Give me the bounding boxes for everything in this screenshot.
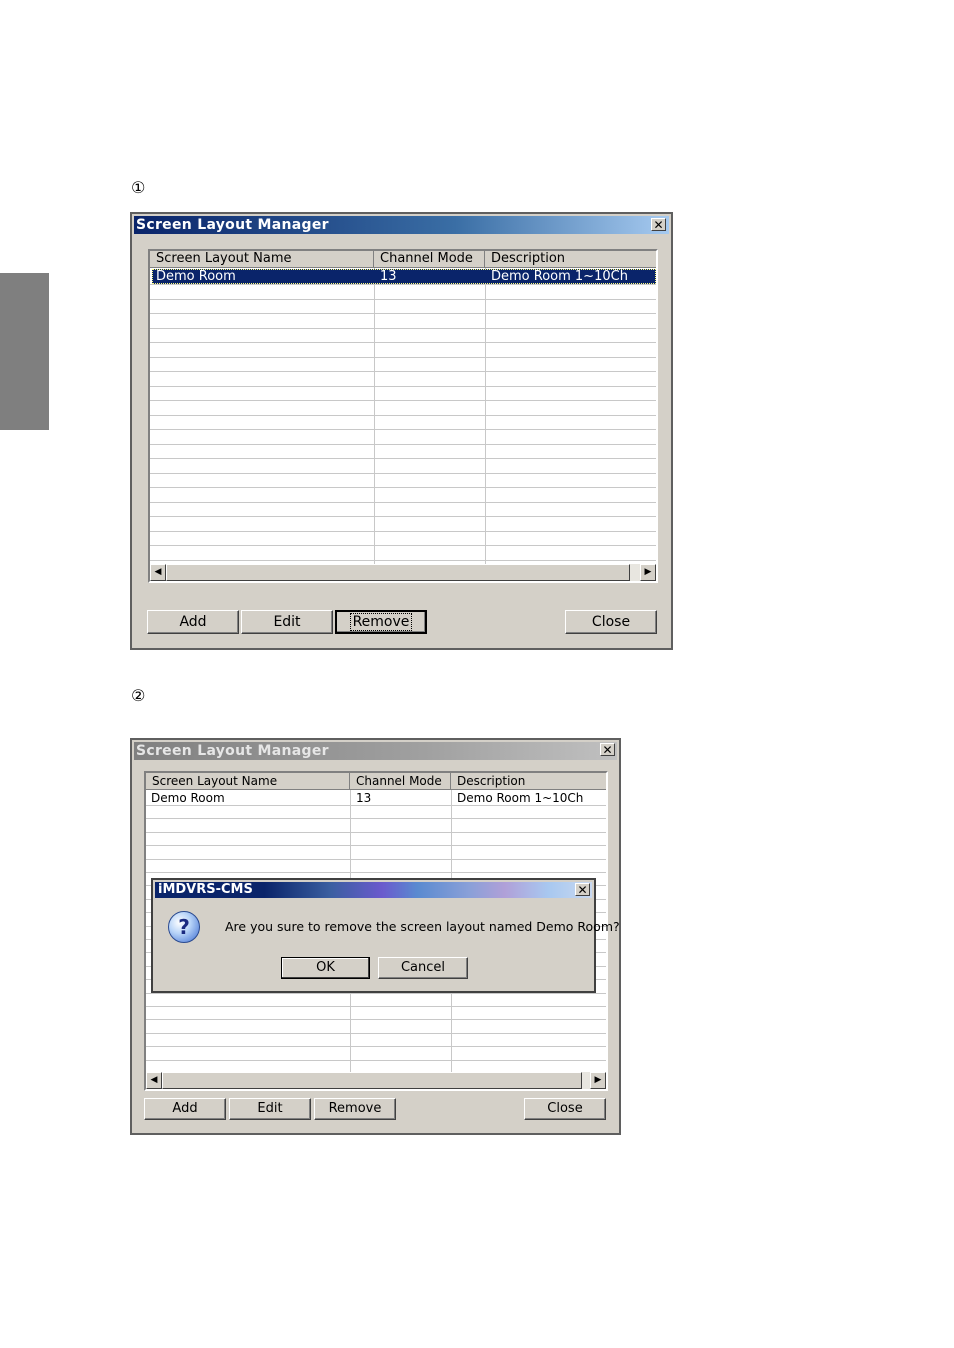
remove-button[interactable]: Remove (335, 610, 427, 634)
close-button[interactable]: Close (524, 1098, 606, 1120)
grid-line (150, 385, 656, 387)
question-icon: ? (168, 911, 200, 943)
table-row[interactable]: Demo Room 13 Demo Room 1~10Ch (148, 791, 606, 805)
cancel-button[interactable]: Cancel (378, 957, 468, 979)
scroll-right-icon[interactable]: ▶ (640, 564, 656, 581)
table-row[interactable]: Demo Room 13 Demo Room 1~10Ch (152, 269, 656, 284)
grid-line (150, 356, 656, 358)
grid-line (150, 313, 656, 314)
grid-line (146, 1032, 606, 1034)
add-button[interactable]: Add (147, 610, 239, 634)
scroll-left-icon[interactable]: ◀ (146, 1072, 162, 1089)
grid-line (150, 327, 656, 329)
window-1-title: Screen Layout Manager (136, 217, 329, 233)
column-header-description[interactable]: Description (485, 251, 656, 268)
grid-line (146, 818, 606, 820)
grid-line (146, 1019, 606, 1021)
scroll-left-icon[interactable]: ◀ (150, 564, 166, 581)
dialog-close-icon[interactable]: ✕ (575, 883, 590, 896)
dialog-message: Are you sure to remove the screen layout… (225, 919, 620, 934)
dialog-titlebar: iMDVRS-CMS (155, 882, 592, 898)
window-1-close-icon[interactable]: ✕ (651, 218, 666, 231)
edit-button[interactable]: Edit (229, 1098, 311, 1120)
grid-line (150, 501, 656, 503)
column-header-name[interactable]: Screen Layout Name (146, 773, 350, 790)
row-description-cell: Demo Room 1~10Ch (457, 791, 584, 805)
grid-line (150, 414, 656, 416)
grid-line (146, 805, 606, 806)
grid-line (146, 1046, 606, 1048)
grid-line (150, 472, 656, 474)
row-description-cell: Demo Room 1~10Ch (491, 270, 628, 284)
window-2-horizontal-scrollbar[interactable]: ◀ ▶ (146, 1072, 606, 1089)
grid-line (146, 1006, 606, 1007)
scroll-thumb[interactable] (166, 564, 630, 581)
grid-line (146, 858, 606, 860)
row-channel-mode-cell: 13 (356, 791, 372, 805)
grid-line (150, 400, 656, 401)
scroll-thumb[interactable] (162, 1072, 582, 1089)
dialog-title: iMDVRS-CMS (158, 882, 253, 897)
confirm-remove-dialog: iMDVRS-CMS ✕ ? Are you sure to remove th… (151, 878, 620, 993)
grid-line (146, 1059, 606, 1061)
row-name-cell: Demo Room (151, 791, 225, 805)
grid-line (146, 845, 606, 847)
grid-line (150, 284, 656, 285)
column-header-description[interactable]: Description (451, 773, 606, 790)
grid-line (150, 458, 656, 459)
grid-column-line (374, 268, 375, 564)
column-header-channel-mode[interactable]: Channel Mode (350, 773, 451, 790)
grid-line (150, 545, 656, 546)
grid-line (150, 429, 656, 430)
step-1-label: ① (131, 178, 146, 197)
grid-line (150, 516, 656, 517)
grid-line (146, 831, 606, 833)
grid-line (150, 342, 656, 343)
grid-line (150, 371, 656, 372)
grid-line (150, 559, 656, 561)
close-button[interactable]: Close (565, 610, 657, 634)
side-tab-marker (0, 273, 49, 430)
remove-button-label: Remove (349, 613, 413, 631)
remove-button[interactable]: Remove (314, 1098, 396, 1120)
grid-line (146, 872, 606, 873)
add-button[interactable]: Add (144, 1098, 226, 1120)
window-1-layout-list[interactable]: Screen Layout Name Channel Mode Descript… (148, 249, 658, 583)
row-name-cell: Demo Room (156, 270, 236, 284)
ok-button[interactable]: OK (281, 957, 370, 979)
grid-column-line (485, 268, 486, 564)
step-2-label: ② (131, 686, 146, 705)
grid-line (150, 443, 656, 445)
window-2-close-icon[interactable]: ✕ (600, 743, 615, 756)
screen-layout-manager-window-1: Screen Layout Manager ✕ Screen Layout Na… (130, 212, 673, 650)
window-1-titlebar: Screen Layout Manager (134, 216, 669, 234)
column-header-channel-mode[interactable]: Channel Mode (374, 251, 485, 268)
window-1-horizontal-scrollbar[interactable]: ◀ ▶ (150, 564, 656, 581)
column-header-name[interactable]: Screen Layout Name (150, 251, 374, 268)
edit-button[interactable]: Edit (241, 610, 333, 634)
grid-line (150, 487, 656, 488)
window-2-title: Screen Layout Manager (136, 743, 329, 759)
grid-line (150, 530, 656, 532)
window-2-titlebar: Screen Layout Manager (134, 742, 617, 760)
grid-line (150, 298, 656, 300)
row-channel-mode-cell: 13 (380, 270, 397, 284)
scroll-right-icon[interactable]: ▶ (590, 1072, 606, 1089)
